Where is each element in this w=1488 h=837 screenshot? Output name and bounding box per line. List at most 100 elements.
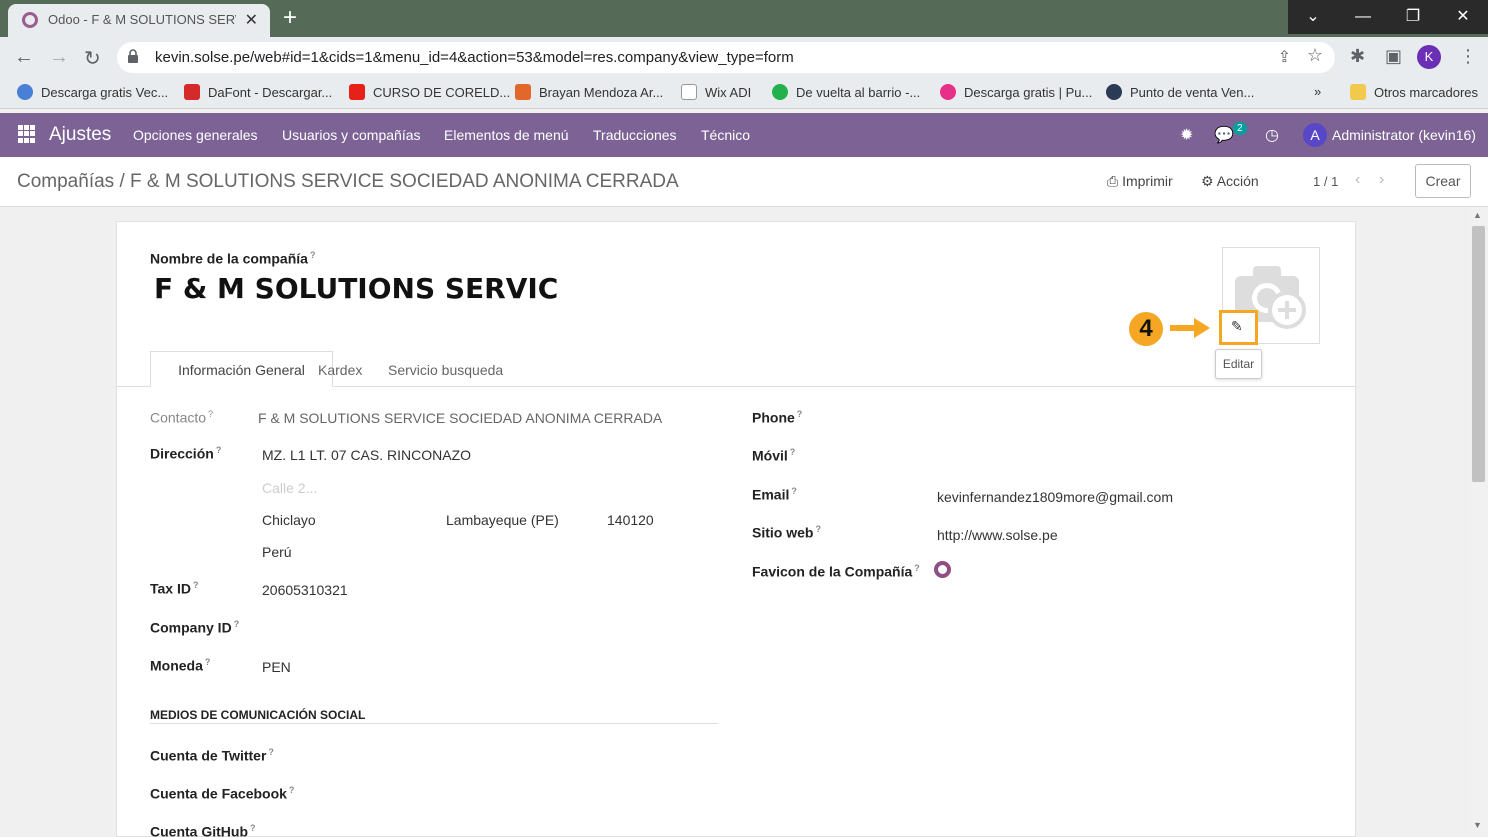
pencil-icon: ✎ (1231, 318, 1243, 334)
company-name-label: Nombre de la compañía? (150, 250, 316, 267)
bookmark-folder[interactable]: Otros marcadores (1350, 84, 1478, 100)
tab-informacion-general[interactable]: Información General (150, 351, 333, 387)
minimize-icon[interactable]: — (1338, 0, 1388, 34)
share-icon[interactable]: ⇪ (1278, 47, 1291, 67)
sitio-web-value[interactable]: http://www.solse.pe (937, 527, 1058, 543)
printer-icon: ⎙ (1107, 173, 1119, 189)
scrollbar-thumb[interactable] (1472, 226, 1485, 482)
user-avatar[interactable]: A (1303, 123, 1327, 147)
company-id-label: Company ID? (150, 619, 240, 636)
country-value: Perú (262, 544, 292, 560)
new-tab-icon[interactable]: + (283, 4, 297, 32)
profile-avatar[interactable]: K (1417, 45, 1441, 69)
gitlab-icon (515, 84, 531, 100)
favicon-image[interactable] (934, 561, 951, 578)
company-name-value: F & M SOLUTIONS SERVIC (154, 272, 559, 305)
street2-placeholder: Calle 2... (262, 480, 318, 496)
extensions-icon[interactable]: ✱ (1350, 46, 1365, 67)
bookmarks-bar: Descarga gratis Vec... DaFont - Descarga… (0, 77, 1488, 109)
github-label: Cuenta GitHub? (150, 823, 256, 837)
moneda-value: PEN (262, 659, 291, 675)
play-icon (772, 84, 788, 100)
create-button[interactable]: Crear (1415, 164, 1471, 198)
lock-icon (128, 49, 138, 63)
bookmark-item[interactable]: Descarga gratis Vec... (17, 84, 168, 100)
moneda-label: Moneda? (150, 657, 211, 674)
tab-kardex[interactable]: Kardex (318, 362, 362, 378)
pager-value[interactable]: 1 / 1 (1313, 174, 1338, 189)
menu-traducciones[interactable]: Traducciones (593, 127, 677, 143)
sitio-web-label: Sitio web? (752, 524, 821, 541)
side-panel-icon[interactable]: ▣ (1385, 46, 1402, 67)
scroll-up-icon[interactable]: ▲ (1473, 210, 1482, 220)
tab-search-icon[interactable]: ⌄ (1288, 0, 1338, 34)
facebook-label: Cuenta de Facebook? (150, 785, 295, 802)
browser-menu-icon[interactable]: ⋮ (1459, 46, 1477, 67)
zip-value: 140120 (607, 512, 654, 528)
menu-opciones-generales[interactable]: Opciones generales (133, 127, 258, 143)
bookmark-item[interactable]: Descarga gratis | Pu... (940, 84, 1092, 100)
bookmark-item[interactable]: Wix ADI (681, 84, 751, 100)
breadcrumb[interactable]: Compañías / F & M SOLUTIONS SERVICE SOCI… (17, 171, 679, 193)
star-badge-icon (1106, 84, 1122, 100)
dafont-icon (184, 84, 200, 100)
tab-servicio-busqueda[interactable]: Servicio busqueda (388, 362, 503, 378)
browser-tab-title: Odoo - F & M SOLUTIONS SERV (48, 12, 236, 27)
url-text: kevin.solse.pe/web#id=1&cids=1&menu_id=4… (155, 49, 794, 66)
address-bar[interactable]: kevin.solse.pe/web#id=1&cids=1&menu_id=4… (117, 42, 1335, 73)
window-close-icon[interactable]: ✕ (1438, 0, 1488, 34)
social-section-header: MEDIOS DE COMUNICACIÓN SOCIAL (150, 708, 366, 722)
state-value: Lambayeque (PE) (446, 512, 559, 528)
print-button[interactable]: ⎙ Imprimir (1107, 173, 1173, 190)
contacto-label: Contacto? (150, 409, 214, 426)
social-divider (150, 723, 718, 724)
menu-usuarios-companias[interactable]: Usuarios y compañías (282, 127, 421, 143)
control-panel: Compañías / F & M SOLUTIONS SERVICE SOCI… (0, 157, 1488, 207)
debug-bug-icon[interactable]: ✹ (1180, 125, 1193, 145)
chevron-right-icon[interactable]: › (1379, 171, 1384, 189)
bookmark-star-icon[interactable]: ☆ (1307, 45, 1323, 66)
bookmark-item[interactable]: Punto de venta Ven... (1106, 84, 1254, 100)
bookmark-item[interactable]: Brayan Mendoza Ar... (515, 84, 663, 100)
vecteezy-icon (17, 84, 33, 100)
form-sheet (116, 221, 1356, 837)
apps-menu-icon[interactable] (18, 125, 36, 143)
odoo-favicon-icon (22, 12, 38, 28)
tab-close-icon[interactable]: ✕ (245, 10, 258, 30)
tax-id-label: Tax ID? (150, 580, 199, 597)
bookmark-item[interactable]: CURSO DE CORELD... (349, 84, 510, 100)
direccion-label: Dirección? (150, 445, 222, 462)
edit-image-button[interactable]: ✎ (1219, 310, 1258, 345)
reload-icon[interactable]: ↻ (84, 46, 101, 71)
wix-icon (681, 84, 697, 100)
odoo-navbar: Ajustes Opciones generales Usuarios y co… (0, 113, 1488, 157)
contacto-value: F & M SOLUTIONS SERVICE SOCIEDAD ANONIMA… (258, 410, 663, 426)
user-menu[interactable]: Administrator (kevin16) (1332, 127, 1476, 143)
forward-icon[interactable]: → (49, 46, 69, 69)
bookmarks-overflow-icon[interactable]: » (1314, 84, 1321, 99)
scroll-down-icon[interactable]: ▼ (1473, 820, 1482, 830)
arrow-right-icon (1170, 318, 1210, 338)
movil-label: Móvil? (752, 447, 796, 464)
email-value[interactable]: kevinfernandez1809more@gmail.com (937, 489, 1173, 505)
twitter-label: Cuenta de Twitter? (150, 747, 274, 764)
edit-tooltip: Editar (1215, 349, 1262, 379)
back-icon[interactable]: ← (14, 46, 34, 69)
tax-id-value: 20605310321 (262, 582, 348, 598)
bookmark-item[interactable]: De vuelta al barrio -... (772, 84, 920, 100)
bookmark-item[interactable]: DaFont - Descargar... (184, 84, 332, 100)
restore-icon[interactable]: ❐ (1388, 0, 1438, 34)
app-name[interactable]: Ajustes (49, 124, 111, 146)
favicon-label: Favicon de la Compañía? (752, 563, 920, 580)
chat-badge: 2 (1233, 122, 1247, 135)
phone-label: Phone? (752, 409, 803, 426)
chat-icon[interactable]: 💬 (1214, 125, 1234, 145)
browser-tab[interactable]: Odoo - F & M SOLUTIONS SERV ✕ (8, 4, 270, 37)
email-label: Email? (752, 486, 797, 503)
chevron-left-icon[interactable]: ‹ (1355, 171, 1360, 189)
menu-elementos-menu[interactable]: Elementos de menú (444, 127, 569, 143)
activity-clock-icon[interactable]: ◷ (1265, 125, 1279, 145)
menu-tecnico[interactable]: Técnico (701, 127, 750, 143)
action-button[interactable]: ⚙ Acción (1201, 173, 1259, 190)
gear-icon: ⚙ (1201, 173, 1214, 189)
